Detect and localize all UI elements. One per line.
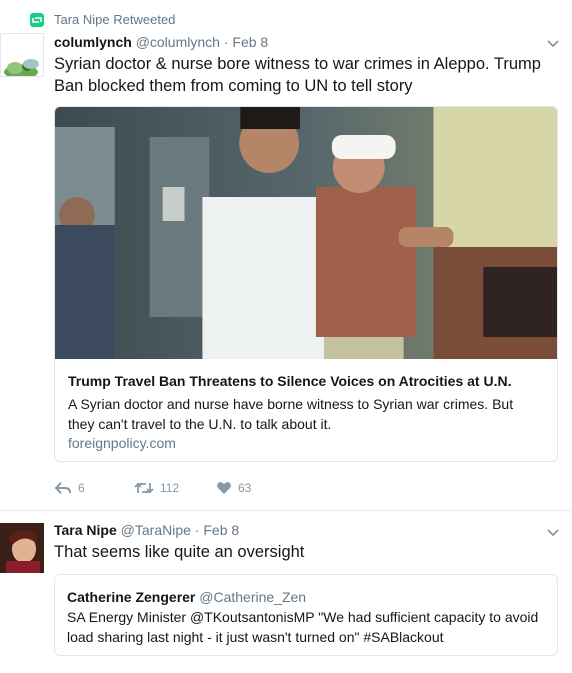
chevron-down-icon[interactable]: [546, 525, 560, 537]
chevron-down-icon[interactable]: [546, 36, 560, 48]
quoted-author-handle: @Catherine_Zen: [199, 589, 307, 605]
author-handle[interactable]: @TaraNipe: [121, 522, 191, 538]
author-name[interactable]: columlynch: [54, 34, 132, 50]
tweet-header: Tara Nipe @TaraNipe · Feb 8: [54, 522, 239, 538]
reply-count: 6: [78, 481, 85, 495]
quoted-tweet[interactable]: Catherine Zengerer @Catherine_Zen SA Ene…: [54, 574, 558, 656]
author-handle[interactable]: @columlynch: [136, 34, 220, 50]
tweet-header: columlynch @columlynch · Feb 8: [54, 34, 268, 50]
separator: ·: [194, 522, 200, 538]
avatar[interactable]: [0, 33, 44, 77]
link-card[interactable]: Trump Travel Ban Threatens to Silence Vo…: [54, 106, 558, 462]
tweet[interactable]: Tara Nipe Retweeted columlynch @columlyn…: [0, 0, 572, 511]
retweet-icon: [30, 13, 44, 27]
separator: ·: [223, 34, 229, 50]
card-image: [55, 107, 557, 359]
tweet-text: Syrian doctor & nurse bore witness to wa…: [54, 55, 541, 95]
reply-icon: [54, 481, 72, 495]
card-title: Trump Travel Ban Threatens to Silence Vo…: [68, 373, 512, 389]
timestamp[interactable]: Feb 8: [203, 522, 239, 538]
reply-button[interactable]: 6: [54, 481, 85, 495]
card-domain: foreignpolicy.com: [68, 435, 176, 451]
author-name[interactable]: Tara Nipe: [54, 522, 117, 538]
tweet[interactable]: Tara Nipe @TaraNipe · Feb 8 That seems l…: [0, 511, 572, 673]
retweeted-by-label[interactable]: Tara Nipe Retweeted: [54, 12, 175, 27]
card-description: A Syrian doctor and nurse have borne wit…: [68, 396, 514, 432]
retweet-button[interactable]: 112: [134, 481, 179, 495]
quoted-tweet-text: SA Energy Minister @TKoutsantonisMP "We …: [67, 609, 539, 645]
like-button[interactable]: 63: [216, 481, 251, 495]
quoted-author-name: Catherine Zengerer: [67, 589, 196, 605]
heart-icon: [216, 481, 232, 495]
avatar[interactable]: [0, 523, 44, 573]
like-count: 63: [238, 481, 252, 495]
tweet-text: That seems like quite an oversight: [54, 543, 305, 561]
retweet-count: 112: [160, 481, 180, 495]
quoted-tweet-header: Catherine Zengerer @Catherine_Zen: [67, 589, 306, 605]
timestamp[interactable]: Feb 8: [232, 34, 268, 50]
retweet-icon: [134, 481, 154, 495]
